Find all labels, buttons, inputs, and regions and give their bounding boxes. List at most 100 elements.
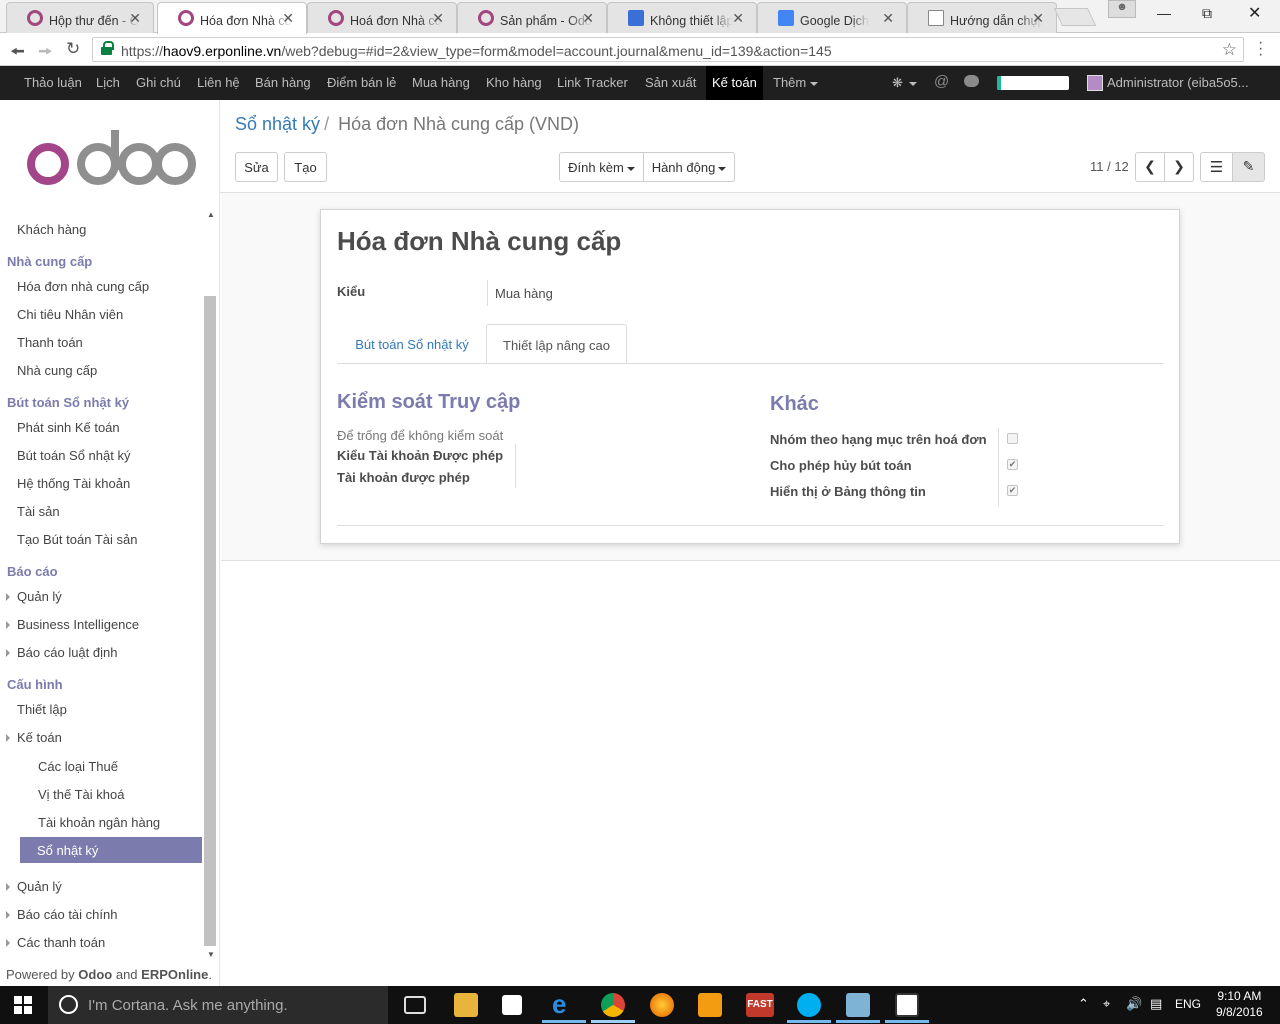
attachment-dropdown[interactable]: Đính kèm [559, 152, 644, 182]
topmenu-item-diem-ban-le[interactable]: Điểm bán lẻ [327, 66, 396, 100]
topmenu-item-mua-hang[interactable]: Mua hàng [412, 66, 470, 100]
chat-icon[interactable] [964, 75, 979, 87]
topmenu-item-lich[interactable]: Lịch [96, 66, 120, 100]
sidebar-item-tai-san[interactable]: Tài sản [17, 504, 60, 519]
sidebar-item-quan-ly[interactable]: Quản lý [17, 879, 62, 894]
firefox-icon[interactable] [650, 993, 674, 1017]
topmenu-item-ke-toan[interactable]: Kế toán [706, 66, 763, 100]
topmenu-item-them[interactable]: Thêm [773, 66, 819, 100]
fast-app-icon[interactable]: FAST [746, 993, 774, 1017]
sidebar-item-khach-hang[interactable]: Khách hàng [17, 222, 86, 237]
scroll-up-icon[interactable]: ▲ [207, 210, 215, 219]
close-tab-icon[interactable]: ✕ [432, 10, 444, 27]
create-button[interactable]: Tạo [284, 152, 327, 182]
sidebar-item-quan-ly[interactable]: Quản lý [17, 589, 62, 604]
topmenu-item-ghi-chu[interactable]: Ghi chú [136, 66, 181, 100]
sidebar-scrollbar-thumb[interactable] [204, 296, 216, 946]
sidebar-item-business-intelligence[interactable]: Business Intelligence [17, 617, 139, 632]
store-icon[interactable] [502, 995, 522, 1015]
volume-icon[interactable]: 🔊 [1126, 996, 1142, 1012]
browser-tab-3[interactable]: Hoá đơn Nhà cu ✕ [307, 2, 457, 33]
debug-bug-icon[interactable]: ❋ [892, 75, 917, 91]
photos-icon[interactable] [895, 993, 919, 1017]
new-tab-button[interactable] [1053, 8, 1097, 26]
topmenu-item-link-tracker[interactable]: Link Tracker [557, 66, 628, 100]
sidebar-item-bao-cao-tai-chinh[interactable]: Báo cáo tài chính [17, 907, 117, 922]
sidebar-item-bao-cao-luat-dinh[interactable]: Báo cáo luật định [17, 645, 117, 660]
checkbox-hien-thi-o-bang-thong-tin[interactable]: ✔ [1007, 485, 1018, 496]
browser-tab-2[interactable]: Hóa đơn Nhà cu ✕ [157, 2, 307, 34]
sidebar-item-tai-khoan-ngan-hang[interactable]: Tài khoản ngân hàng [38, 815, 160, 830]
topmenu-item-thao-luan[interactable]: Thảo luận [24, 66, 82, 100]
pager-previous-button[interactable]: ❮ [1135, 152, 1165, 182]
sidebar-item-he-thong-tai-khoan[interactable]: Hệ thống Tài khoản [17, 476, 130, 491]
forward-icon[interactable]: 🠚 [38, 39, 53, 68]
close-tab-icon[interactable]: ✕ [1032, 10, 1044, 27]
browser-tab-5[interactable]: Không thiết lập ✕ [607, 2, 757, 33]
pager-next-button[interactable]: ❯ [1164, 152, 1194, 182]
browser-tab-7[interactable]: Hướng dẫn chụp ✕ [907, 2, 1057, 33]
close-tab-icon[interactable]: ✕ [882, 10, 894, 27]
sidebar-item-ke-toan[interactable]: Kế toán [17, 730, 62, 745]
media-icon[interactable] [698, 993, 722, 1017]
close-window-icon[interactable]: ✕ [1248, 3, 1261, 23]
browser-tab-6[interactable]: Google Dịch ✕ [757, 2, 907, 33]
tab-journal-entries[interactable]: Bút toán Sổ nhật ký [337, 324, 487, 364]
browser-tab-4[interactable]: Sản phẩm - Odo ✕ [457, 2, 607, 33]
cortana-search-box[interactable]: I'm Cortana. Ask me anything. [48, 986, 388, 1024]
sidebar-item-nha-cung-cap[interactable]: Nhà cung cấp [17, 363, 97, 378]
maximize-icon[interactable]: ⧉ [1202, 5, 1212, 22]
pager-value[interactable]: 11 / 12 [1090, 159, 1129, 174]
back-icon[interactable]: 🠘 [10, 39, 25, 68]
minimize-icon[interactable]: — [1157, 5, 1171, 21]
skype-icon[interactable] [797, 993, 821, 1017]
topmenu-item-kho-hang[interactable]: Kho hàng [486, 66, 542, 100]
list-view-button[interactable]: ☰ [1200, 152, 1233, 182]
taskbar-clock[interactable]: 9:10 AM 9/8/2016 [1216, 988, 1263, 1020]
notification-icon[interactable]: ▤ [1150, 996, 1162, 1012]
type-field[interactable]: Mua hàng [495, 286, 553, 301]
paint-icon[interactable] [846, 993, 870, 1017]
sidebar-item-chi-tieu-nhan-vien[interactable]: Chi tiêu Nhân viên [17, 307, 123, 322]
browser-menu-icon[interactable]: · · · [1258, 35, 1263, 63]
sidebar-item-phat-sinh-ke-toan[interactable]: Phát sinh Kế toán [17, 420, 120, 435]
close-tab-icon[interactable]: ✕ [582, 10, 594, 27]
sidebar-item-so-nhat-ky[interactable]: Sổ nhật ký [20, 837, 202, 863]
topmenu-item-san-xuat[interactable]: Sản xuất [645, 66, 696, 100]
scroll-down-icon[interactable]: ▼ [207, 950, 215, 959]
powered-odoo-link[interactable]: Odoo [78, 967, 112, 982]
checkbox-cho-phep-huy-but-toan[interactable]: ✔ [1007, 459, 1018, 470]
sidebar-item-thiet-lap[interactable]: Thiết lập [17, 702, 67, 717]
action-dropdown[interactable]: Hành động [643, 152, 735, 182]
close-tab-icon[interactable]: ✕ [282, 10, 294, 27]
close-tab-icon[interactable]: ✕ [129, 10, 141, 27]
tab-advanced-settings[interactable]: Thiết lập nâng cao [486, 324, 627, 364]
user-menu[interactable]: Administrator (eiba5o5... [1107, 75, 1257, 90]
url-input[interactable]: https://haov9.erponline.vn/web?debug=#id… [92, 37, 1244, 62]
avatar[interactable] [1087, 75, 1103, 91]
chrome-icon[interactable] [601, 993, 625, 1017]
checkbox-nhom-theo-hang-muc-tren-hoa-don[interactable] [1007, 433, 1018, 444]
sidebar-item-tao-but-toan-tai-san[interactable]: Tạo Bút toán Tài sản [17, 532, 137, 547]
sidebar-item-thanh-toan[interactable]: Thanh toán [17, 335, 83, 350]
reload-icon[interactable]: ↻ [66, 39, 80, 59]
planner-progress-bar[interactable] [997, 76, 1069, 90]
browser-user-icon[interactable]: ☻ [1108, 0, 1136, 18]
task-view-icon[interactable] [404, 996, 426, 1014]
browser-tab-1[interactable]: Hộp thư đến - O ✕ [6, 2, 154, 33]
sidebar-item-vi-the-tai-khoa[interactable]: Vị thế Tài khoá [38, 787, 124, 802]
at-sign-icon[interactable]: @ [934, 73, 949, 90]
form-view-button[interactable]: ✎ [1232, 152, 1265, 182]
bookmark-star-icon[interactable]: ☆ [1222, 40, 1237, 60]
powered-erp-link[interactable]: ERPOnline [141, 967, 208, 982]
file-explorer-icon[interactable] [454, 993, 478, 1017]
edit-button[interactable]: Sửa [235, 152, 278, 182]
tray-chevron-up-icon[interactable]: ⌃ [1078, 996, 1089, 1012]
sidebar-item-cac-thanh-toan[interactable]: Các thanh toán [17, 935, 105, 950]
sidebar-item-cac-loai-thue[interactable]: Các loại Thuế [38, 759, 118, 774]
close-tab-icon[interactable]: ✕ [732, 10, 744, 27]
topmenu-item-lien-he[interactable]: Liên hệ [197, 66, 240, 100]
windows-start-icon[interactable] [14, 996, 32, 1014]
sidebar-item-but-toan-so-nhat-ky[interactable]: Bút toán Sổ nhật ký [17, 448, 130, 463]
wifi-icon[interactable]: ⌖ [1103, 996, 1110, 1012]
